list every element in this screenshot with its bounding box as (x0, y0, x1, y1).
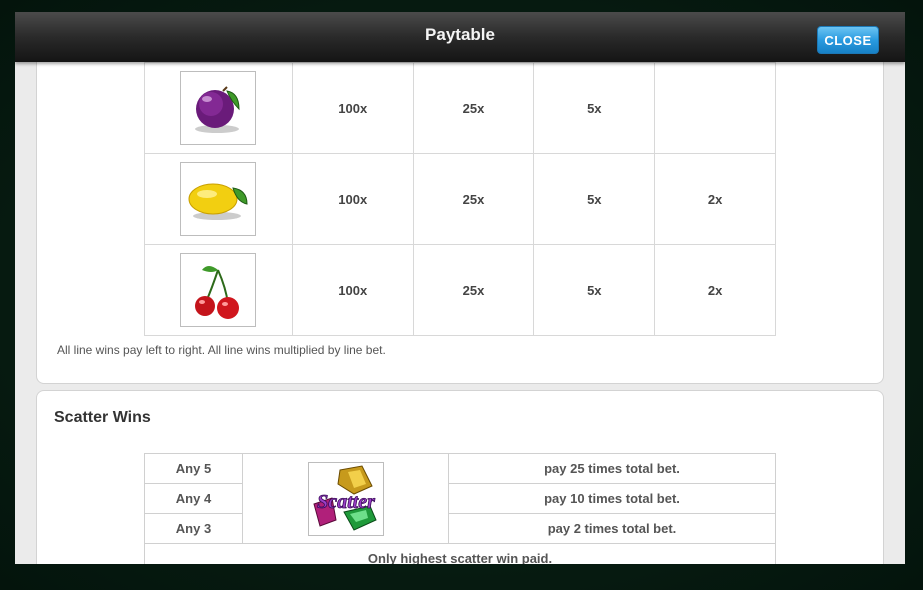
scatter-symbol-text: Scatter (317, 491, 375, 513)
scatter-count-label: Any 5 (144, 453, 243, 484)
payout-2: 2x (654, 153, 776, 245)
scatter-footer: Only highest scatter win paid. (144, 543, 776, 564)
line-wins-note: All line wins pay left to right. All lin… (57, 343, 386, 357)
table-row: Any 5 Scatter pay 25 times total bet. (144, 453, 776, 544)
symbol-cell (144, 62, 293, 154)
payout-4: 25x (412, 62, 535, 154)
line-wins-table: 100x 25x 5x 100x 25x 5x 2x 100x 25x 5x 2… (144, 62, 776, 336)
payout-4: 25x (412, 153, 535, 245)
close-button[interactable]: CLOSE (817, 26, 879, 54)
symbol-cell (144, 244, 293, 336)
table-row: Only highest scatter win paid. (144, 543, 776, 564)
table-row: Any 3 pay 2 times total bet. (144, 513, 776, 544)
scatter-pay: pay 10 times total bet. (448, 483, 776, 514)
scatter-count-label: Any 3 (144, 513, 243, 544)
lemon-icon (180, 162, 257, 236)
payout-3: 5x (533, 153, 656, 245)
payout-5: 100x (291, 244, 414, 336)
payout-3: 5x (533, 244, 656, 336)
scatter-symbol-icon: Scatter (307, 461, 384, 536)
scatter-pay: pay 25 times total bet. (448, 453, 776, 484)
payout-4: 25x (412, 244, 535, 336)
paytable-window: 100x 25x 5x 100x 25x 5x 2x 100x 25x 5x 2… (15, 12, 905, 564)
scatter-count-label: Any 4 (144, 483, 243, 514)
page-title: Paytable (425, 25, 495, 44)
payout-2 (654, 62, 776, 154)
table-row: 100x 25x 5x 2x (144, 244, 776, 336)
payout-5: 100x (291, 62, 414, 154)
scatter-pay: pay 2 times total bet. (448, 513, 776, 544)
line-wins-panel: 100x 25x 5x 100x 25x 5x 2x 100x 25x 5x 2… (36, 22, 884, 384)
paytable-scroll-area[interactable]: 100x 25x 5x 100x 25x 5x 2x 100x 25x 5x 2… (15, 12, 905, 564)
payout-5: 100x (291, 153, 414, 245)
scatter-wins-table: Any 5 Scatter pay 25 times total bet. An… (144, 453, 776, 564)
payout-3: 5x (533, 62, 656, 154)
scatter-wins-title: Scatter Wins (54, 409, 151, 426)
scatter-wins-panel: Scatter Wins Any 5 Scatter pay 25 times … (36, 390, 884, 564)
payout-2: 2x (654, 244, 776, 336)
table-row: 100x 25x 5x (144, 62, 776, 154)
table-row: 100x 25x 5x 2x (144, 153, 776, 245)
scatter-symbol-cell: Scatter (242, 453, 449, 544)
paytable-header: Paytable CLOSE (15, 12, 905, 62)
plum-icon (180, 71, 257, 145)
table-row: Any 4 pay 10 times total bet. (144, 483, 776, 514)
cherries-icon (180, 253, 257, 327)
symbol-cell (144, 153, 293, 245)
